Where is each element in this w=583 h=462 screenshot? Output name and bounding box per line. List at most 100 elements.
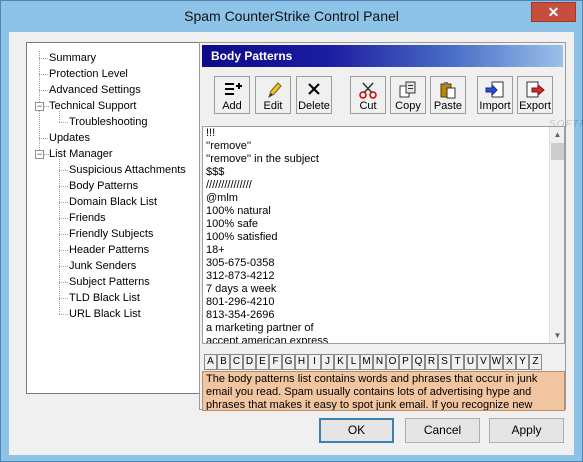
- alphabet-letter-button[interactable]: N: [373, 354, 386, 370]
- paste-button[interactable]: Paste: [430, 76, 466, 114]
- alphabet-letter-button[interactable]: I: [308, 354, 321, 370]
- window-title: Spam CounterStrike Control Panel: [184, 8, 399, 24]
- alphabet-letter-button[interactable]: D: [243, 354, 256, 370]
- tree-item[interactable]: Junk Senders: [69, 258, 136, 274]
- list-item[interactable]: ///////////////: [203, 179, 564, 192]
- cancel-button[interactable]: Cancel: [405, 418, 480, 443]
- alphabet-letter-button[interactable]: M: [360, 354, 373, 370]
- cut-label: Cut: [359, 100, 377, 112]
- alphabet-letter-button[interactable]: Q: [412, 354, 425, 370]
- import-button[interactable]: Import: [477, 76, 513, 114]
- apply-button[interactable]: Apply: [489, 418, 564, 443]
- tree-item[interactable]: Domain Black List: [69, 194, 157, 210]
- copy-button[interactable]: Copy: [390, 76, 426, 114]
- alphabet-letter-button[interactable]: O: [386, 354, 399, 370]
- tree-expander-list-manager[interactable]: −: [35, 150, 44, 159]
- list-item[interactable]: 312-873-4212: [203, 270, 564, 283]
- alphabet-letter-button[interactable]: Z: [529, 354, 542, 370]
- add-label: Add: [222, 100, 242, 112]
- tree-item[interactable]: Friendly Subjects: [69, 226, 153, 242]
- alphabet-letter-button[interactable]: V: [477, 354, 490, 370]
- tree-item[interactable]: Protection Level: [49, 66, 128, 82]
- tree-item[interactable]: Friends: [69, 210, 106, 226]
- edit-label: Edit: [263, 100, 283, 112]
- export-icon: [518, 80, 552, 100]
- list-item[interactable]: @mlm: [203, 192, 564, 205]
- navigation-tree[interactable]: − − Summary Protection Level Advanced Sett…: [26, 42, 200, 394]
- alphabet-letter-button[interactable]: P: [399, 354, 412, 370]
- body-patterns-panel: Body Patterns Add Edit Delete Cut Copy P…: [199, 42, 583, 411]
- list-item[interactable]: a marketing partner of: [203, 322, 564, 335]
- help-description: The body patterns list contains words an…: [202, 371, 565, 411]
- scroll-down-arrow-icon[interactable]: ▼: [550, 328, 564, 343]
- alphabet-letter-button[interactable]: K: [334, 354, 347, 370]
- alphabet-letter-button[interactable]: J: [321, 354, 334, 370]
- list-item[interactable]: 813-354-2696: [203, 309, 564, 322]
- tree-item[interactable]: Suspicious Attachments: [69, 162, 186, 178]
- tree-item[interactable]: List Manager: [49, 146, 113, 162]
- list-item[interactable]: $$$: [203, 166, 564, 179]
- alphabet-letter-button[interactable]: C: [230, 354, 243, 370]
- scroll-thumb[interactable]: [551, 143, 564, 160]
- export-label: Export: [519, 100, 551, 112]
- list-vertical-scrollbar[interactable]: ▲ ▼: [549, 127, 564, 343]
- add-button[interactable]: Add: [214, 76, 250, 114]
- list-item[interactable]: ''remove'': [203, 140, 564, 153]
- alphabet-letter-button[interactable]: L: [347, 354, 360, 370]
- list-item[interactable]: 100% natural: [203, 205, 564, 218]
- delete-label: Delete: [298, 100, 330, 112]
- alphabet-letter-button[interactable]: T: [451, 354, 464, 370]
- copy-label: Copy: [395, 100, 421, 112]
- import-icon: [478, 80, 512, 100]
- alphabet-letter-button[interactable]: G: [282, 354, 295, 370]
- panel-header: Body Patterns: [202, 45, 563, 67]
- tree-item[interactable]: Troubleshooting: [69, 114, 147, 130]
- list-item[interactable]: 100% safe: [203, 218, 564, 231]
- edit-button[interactable]: Edit: [255, 76, 291, 114]
- tree-item[interactable]: Advanced Settings: [49, 82, 141, 98]
- tree-item[interactable]: Technical Support: [49, 98, 136, 114]
- tree-expander-technical-support[interactable]: −: [35, 102, 44, 111]
- export-button[interactable]: Export: [517, 76, 553, 114]
- list-item[interactable]: 305-675-0358: [203, 257, 564, 270]
- dialog-client-area: − − Summary Protection Level Advanced Sett…: [9, 32, 583, 455]
- tree-item[interactable]: Subject Patterns: [69, 274, 150, 290]
- body-patterns-list[interactable]: !!! ''remove'' ''remove'' in the subject $$…: [202, 126, 565, 344]
- list-item[interactable]: 7 days a week: [203, 283, 564, 296]
- copy-icon: [391, 80, 425, 100]
- alphabet-letter-button[interactable]: X: [503, 354, 516, 370]
- scissors-icon: [351, 80, 385, 100]
- ok-button[interactable]: OK: [319, 418, 394, 443]
- alphabet-letter-button[interactable]: B: [217, 354, 230, 370]
- alphabet-letter-button[interactable]: H: [295, 354, 308, 370]
- list-item[interactable]: 100% satisfied: [203, 231, 564, 244]
- tree-item[interactable]: TLD Black List: [69, 290, 140, 306]
- paste-icon: [431, 80, 465, 100]
- delete-x-icon: [297, 80, 331, 100]
- tree-item[interactable]: URL Black List: [69, 306, 141, 322]
- list-item[interactable]: !!!: [203, 127, 564, 140]
- close-button[interactable]: ✕: [531, 2, 576, 22]
- alphabet-letter-button[interactable]: W: [490, 354, 503, 370]
- alphabet-letter-button[interactable]: R: [425, 354, 438, 370]
- list-item[interactable]: ''remove'' in the subject: [203, 153, 564, 166]
- alphabet-letter-button[interactable]: Y: [516, 354, 529, 370]
- scroll-up-arrow-icon[interactable]: ▲: [550, 127, 564, 142]
- pencil-icon: [256, 80, 290, 100]
- tree-item[interactable]: Body Patterns: [69, 178, 138, 194]
- tree-item[interactable]: Updates: [49, 130, 90, 146]
- alphabet-letter-button[interactable]: F: [269, 354, 282, 370]
- alphabet-letter-button[interactable]: S: [438, 354, 451, 370]
- alphabet-letter-button[interactable]: A: [204, 354, 217, 370]
- list-item[interactable]: 18+: [203, 244, 564, 257]
- alphabet-letter-button[interactable]: E: [256, 354, 269, 370]
- list-item[interactable]: accept american express: [203, 335, 564, 343]
- delete-button[interactable]: Delete: [296, 76, 332, 114]
- tree-item[interactable]: Summary: [49, 50, 96, 66]
- tree-item[interactable]: Header Patterns: [69, 242, 149, 258]
- alphabet-letter-button[interactable]: U: [464, 354, 477, 370]
- control-panel-window: Spam CounterStrike Control Panel ✕ − − S…: [0, 0, 583, 462]
- add-icon: [215, 80, 249, 100]
- cut-button[interactable]: Cut: [350, 76, 386, 114]
- list-item[interactable]: 801-296-4210: [203, 296, 564, 309]
